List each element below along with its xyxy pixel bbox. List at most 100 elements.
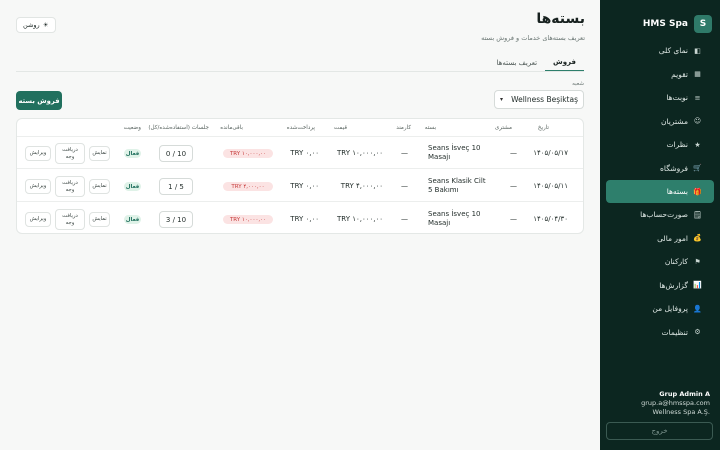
theme-label: روشن <box>23 21 40 29</box>
sidebar-item-6[interactable]: 🎁 بسته‌ها <box>606 180 714 203</box>
receive-payment-button[interactable]: دریافت وجه <box>55 209 85 230</box>
tab-bar: فروش تعریف بسته‌ها <box>489 54 584 71</box>
cell-paid: TRY ۰,۰۰ <box>290 182 319 190</box>
sessions-stepper[interactable]: 0 / 10 <box>159 145 193 162</box>
status-badge: فعال <box>124 215 141 224</box>
table-row: ۱۴۰۵/۰۵/۱۷ — Seans İsveç 10 Masajı — TRY ۱۰,… <box>17 137 583 169</box>
sun-icon: ☀ <box>42 21 49 29</box>
sidebar-item-label: بسته‌ها <box>666 187 688 196</box>
page-title: بسته‌ها <box>536 11 585 27</box>
cell-price: TRY ۱۰,۰۰۰,۰۰ <box>337 149 383 157</box>
chevron-down-icon: ▾ <box>500 96 504 103</box>
theme-toggle-button[interactable]: ☀ روشن <box>16 17 56 33</box>
cell-staff: — <box>401 182 408 190</box>
sidebar-item-3[interactable]: ☺ مشتریان <box>606 110 714 134</box>
header-paid: پرداخت‌شده <box>286 125 315 131</box>
receipt-icon: 🗒 <box>693 210 702 219</box>
sidebar-item-4[interactable]: ★ نظرات <box>606 133 714 157</box>
view-button[interactable]: نمایش <box>89 146 110 161</box>
user-name: Grup Admin A <box>659 390 710 398</box>
receive-payment-button[interactable]: دریافت وجه <box>55 176 85 197</box>
sidebar-item-0[interactable]: ◧ نمای کلی <box>606 39 714 63</box>
sidebar-item-label: تنظیمات <box>661 327 688 337</box>
sidebar-item-label: مشتریان <box>661 116 688 126</box>
status-badge: فعال <box>124 182 141 191</box>
sessions-stepper[interactable]: 3 / 10 <box>159 211 193 228</box>
table-header: تاریخ مشتری بسته کارمند قیمت پرداخت‌شده … <box>17 119 583 137</box>
header-staff: کارمند <box>396 125 411 131</box>
sidebar-item-label: کارکنان <box>664 257 688 267</box>
cell-paid: TRY ۰,۰۰ <box>290 215 319 223</box>
cell-staff: — <box>401 215 408 223</box>
cell-date: ۱۴۰۵/۰۵/۱۱ <box>533 182 568 190</box>
cell-customer: — <box>510 149 517 157</box>
edit-button[interactable]: ویرایش <box>25 212 51 227</box>
sidebar-item-12[interactable]: ⚙ تنظیمات <box>606 321 714 345</box>
header-remaining: باقی‌مانده <box>220 125 243 131</box>
table-row: ۱۴۰۵/۰۴/۳۰ — Seans İsveç 10 Masajı — TRY ۱۰,… <box>17 203 583 233</box>
user-info: Grup Admin A grup.a@hmsspa.com Wellness … <box>641 390 710 417</box>
sidebar-item-11[interactable]: 👤 پروفایل من <box>606 297 714 321</box>
tab-1[interactable]: تعریف بسته‌ها <box>489 54 546 71</box>
sessions-stepper[interactable]: 1 / 5 <box>159 178 193 195</box>
branch-value: Wellness Beşiktaş <box>511 95 578 104</box>
cell-remaining: TRY ۱۰,۰۰۰,۰۰ <box>223 215 273 224</box>
header-price: قیمت <box>333 125 347 131</box>
list-icon: ≡ <box>694 93 701 102</box>
cell-customer: — <box>510 182 517 190</box>
gear-icon: ⚙ <box>694 328 701 337</box>
header-customer: مشتری <box>494 125 512 131</box>
logout-button[interactable]: خروج <box>606 422 713 440</box>
calendar-icon: ▦ <box>694 70 701 79</box>
star-icon: ★ <box>694 140 701 149</box>
status-badge: فعال <box>124 149 141 158</box>
header-package: بسته <box>424 125 436 131</box>
sidebar-item-label: صورت‌حساب‌ها <box>640 210 688 220</box>
sidebar-item-1[interactable]: ▦ تقویم <box>606 63 714 87</box>
sidebar-item-2[interactable]: ≡ نوبت‌ها <box>606 86 714 110</box>
user-email: grup.a@hmsspa.com <box>641 399 710 407</box>
sidebar-nav: ◧ نمای کلی ▦ تقویم ≡ نوبت‌ها ☺ مشتریان ★ نظرات 🛒 فر… <box>600 39 720 344</box>
view-button[interactable]: نمایش <box>89 179 110 194</box>
sidebar-item-label: گزارش‌ها <box>659 280 688 290</box>
sales-table: تاریخ مشتری بسته کارمند قیمت پرداخت‌شده … <box>16 118 584 234</box>
sidebar-item-label: فروشگاه <box>660 163 688 173</box>
sidebar-item-9[interactable]: ⚑ کارکنان <box>606 250 714 274</box>
cell-package: Seans İsveç 10 Masajı <box>428 144 481 161</box>
branch-select[interactable]: Wellness Beşiktaş ▾ <box>494 90 584 109</box>
sidebar-item-label: امور مالی <box>657 233 688 243</box>
report-icon: 📊 <box>693 281 702 290</box>
page-subtitle: تعریف بسته‌های خدمات و فروش بسته <box>481 34 585 42</box>
user-company: Wellness Spa A.Ş. <box>652 408 710 416</box>
profile-icon: 👤 <box>693 304 702 313</box>
cell-date: ۱۴۰۵/۰۵/۱۷ <box>533 149 568 157</box>
brand[interactable]: S HMS Spa <box>600 0 720 38</box>
dashboard-icon: ◧ <box>694 46 701 55</box>
receive-payment-button[interactable]: دریافت وجه <box>55 143 85 164</box>
cell-price: TRY ۴,۰۰۰,۰۰ <box>340 182 383 190</box>
cell-date: ۱۴۰۵/۰۴/۳۰ <box>533 215 568 223</box>
cell-remaining: TRY ۱۰,۰۰۰,۰۰ <box>223 149 273 158</box>
cell-customer: — <box>510 215 517 223</box>
cell-package: Seans Klasik Cilt 5 Bakımı <box>428 177 486 194</box>
sidebar-item-7[interactable]: 🗒 صورت‌حساب‌ها <box>606 203 714 227</box>
header-sessions: جلسات (استفاده‌شده/کل) <box>148 125 209 131</box>
tab-divider <box>16 71 584 72</box>
brand-logo: S <box>694 14 712 33</box>
view-button[interactable]: نمایش <box>89 212 110 227</box>
cell-price: TRY ۱۰,۰۰۰,۰۰ <box>337 215 383 223</box>
header-status: وضعیت <box>123 125 141 131</box>
sidebar-item-10[interactable]: 📊 گزارش‌ها <box>606 274 714 298</box>
sidebar-item-8[interactable]: 💰 امور مالی <box>606 227 714 251</box>
table-row: ۱۴۰۵/۰۵/۱۱ — Seans Klasik Cilt 5 Bakımı — TR… <box>17 170 583 202</box>
cell-paid: TRY ۰,۰۰ <box>290 149 319 157</box>
sidebar-item-label: نوبت‌ها <box>666 93 688 103</box>
sidebar-item-label: نمای کلی <box>658 46 688 56</box>
edit-button[interactable]: ویرایش <box>25 146 51 161</box>
tab-0[interactable]: فروش <box>545 54 584 71</box>
sidebar-item-5[interactable]: 🛒 فروشگاه <box>606 157 714 181</box>
cart-icon: 🛒 <box>693 164 702 173</box>
sell-package-button[interactable]: فروش بسته <box>16 91 62 110</box>
branch-label: شعبه <box>572 81 584 87</box>
edit-button[interactable]: ویرایش <box>25 179 51 194</box>
